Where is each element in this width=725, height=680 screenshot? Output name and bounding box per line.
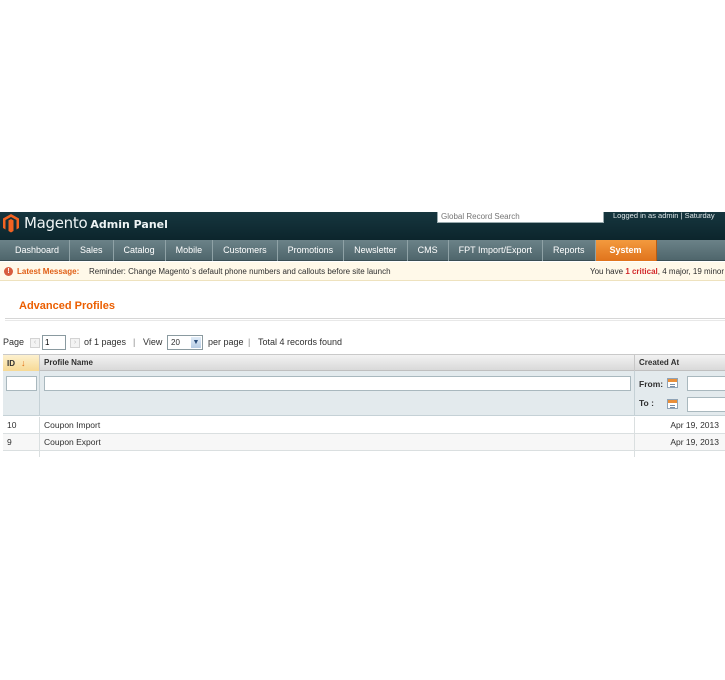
calendar-to-icon[interactable] — [667, 399, 678, 409]
column-header-profile-name[interactable]: Profile Name — [40, 355, 635, 371]
user-info: Logged in as admin | Saturday — [613, 212, 715, 220]
magento-logo[interactable]: Magento Admin Panel — [2, 212, 168, 234]
message-summary[interactable]: You have 1 critical, 4 major, 19 minor a — [590, 262, 725, 281]
critical-count[interactable]: 1 critical — [625, 267, 657, 276]
table-row-partial — [3, 451, 725, 457]
logo-subtitle: Admin Panel — [90, 217, 168, 231]
cell-created-at: Apr 19, 2013 — [670, 437, 719, 447]
nav-item-newsletter[interactable]: Newsletter — [344, 240, 408, 261]
nav-item-fpt-import-export[interactable]: FPT Import/Export — [449, 240, 544, 261]
nav-item-mobile[interactable]: Mobile — [166, 240, 214, 261]
filter-to-label: To : — [639, 398, 654, 408]
message-summary-prefix: You have — [590, 267, 624, 276]
sort-arrow-icon: ↓ — [21, 358, 26, 368]
admin-frame: Magento Admin Panel Logged in as admin |… — [0, 212, 725, 460]
column-id-label: ID — [7, 359, 15, 368]
page-title: Advanced Profiles — [19, 300, 115, 312]
nav-item-customers[interactable]: Customers — [213, 240, 278, 261]
filter-profile-name-input[interactable] — [44, 376, 631, 391]
column-header-created-at[interactable]: Created At — [635, 355, 725, 371]
main-nav: Dashboard Sales Catalog Mobile Customers… — [0, 240, 725, 261]
pager-separator: | — [133, 337, 136, 347]
cell-profile-name — [40, 451, 635, 457]
nav-item-cms[interactable]: CMS — [408, 240, 449, 261]
filter-created-from-input[interactable] — [687, 376, 725, 391]
cell-id — [3, 451, 40, 457]
per-page-text: per page — [208, 337, 244, 347]
next-page-icon[interactable]: › — [70, 338, 80, 348]
grid-header: ID ↓ Profile Name Created At — [3, 354, 725, 371]
message-major-minor: , 4 major, 19 minor a — [657, 267, 725, 276]
view-label: View — [143, 337, 163, 347]
calendar-from-icon[interactable] — [667, 378, 678, 388]
global-search-input[interactable] — [437, 212, 604, 223]
nav-item-catalog[interactable]: Catalog — [114, 240, 166, 261]
cell-profile-name: Coupon Import — [40, 417, 635, 434]
table-row[interactable]: 9 Coupon Export Apr 19, 2013 — [3, 434, 725, 451]
cell-id: 9 — [3, 434, 40, 451]
chevron-down-icon: ▼ — [191, 337, 201, 348]
nav-item-system[interactable]: System — [595, 240, 657, 261]
page-number-input[interactable] — [42, 335, 66, 350]
header-bar: Magento Admin Panel Logged in as admin |… — [0, 212, 725, 240]
previous-page-icon[interactable]: ‹ — [30, 338, 40, 348]
column-header-id[interactable]: ID ↓ — [3, 355, 40, 371]
nav-item-dashboard[interactable]: Dashboard — [0, 240, 71, 261]
title-divider — [5, 318, 725, 321]
logo-text: Magento — [24, 214, 88, 232]
page-label: Page — [3, 337, 25, 347]
cell-created-at: Apr 19, 2013 — [670, 420, 719, 430]
pager-separator: | — [248, 337, 251, 347]
nav-item-reports[interactable]: Reports — [543, 240, 596, 261]
nav-item-sales[interactable]: Sales — [70, 240, 114, 261]
total-records-text: Total 4 records found — [258, 337, 343, 347]
exclamation-icon: ! — [4, 267, 13, 276]
table-row[interactable]: 10 Coupon Import Apr 19, 2013 — [3, 417, 725, 434]
magento-logo-icon — [3, 214, 19, 233]
of-pages-text: of 1 pages — [84, 337, 127, 347]
cell-profile-name: Coupon Export — [40, 434, 635, 451]
message-text[interactable]: Reminder: Change Magento`s default phone… — [89, 262, 391, 281]
per-page-value: 20 — [171, 338, 180, 347]
per-page-select[interactable]: 20 ▼ — [167, 335, 203, 350]
nav-item-promotions[interactable]: Promotions — [278, 240, 345, 261]
latest-message-bar: ! Latest Message: Reminder: Change Magen… — [0, 262, 725, 281]
cell-id: 10 — [3, 417, 40, 434]
filter-id-input[interactable] — [6, 376, 37, 391]
filter-created-to-input[interactable] — [687, 397, 725, 412]
filter-from-label: From: — [639, 379, 664, 389]
grid-filter-row: From: To : — [3, 371, 725, 416]
message-title: Latest Message: — [17, 267, 80, 276]
